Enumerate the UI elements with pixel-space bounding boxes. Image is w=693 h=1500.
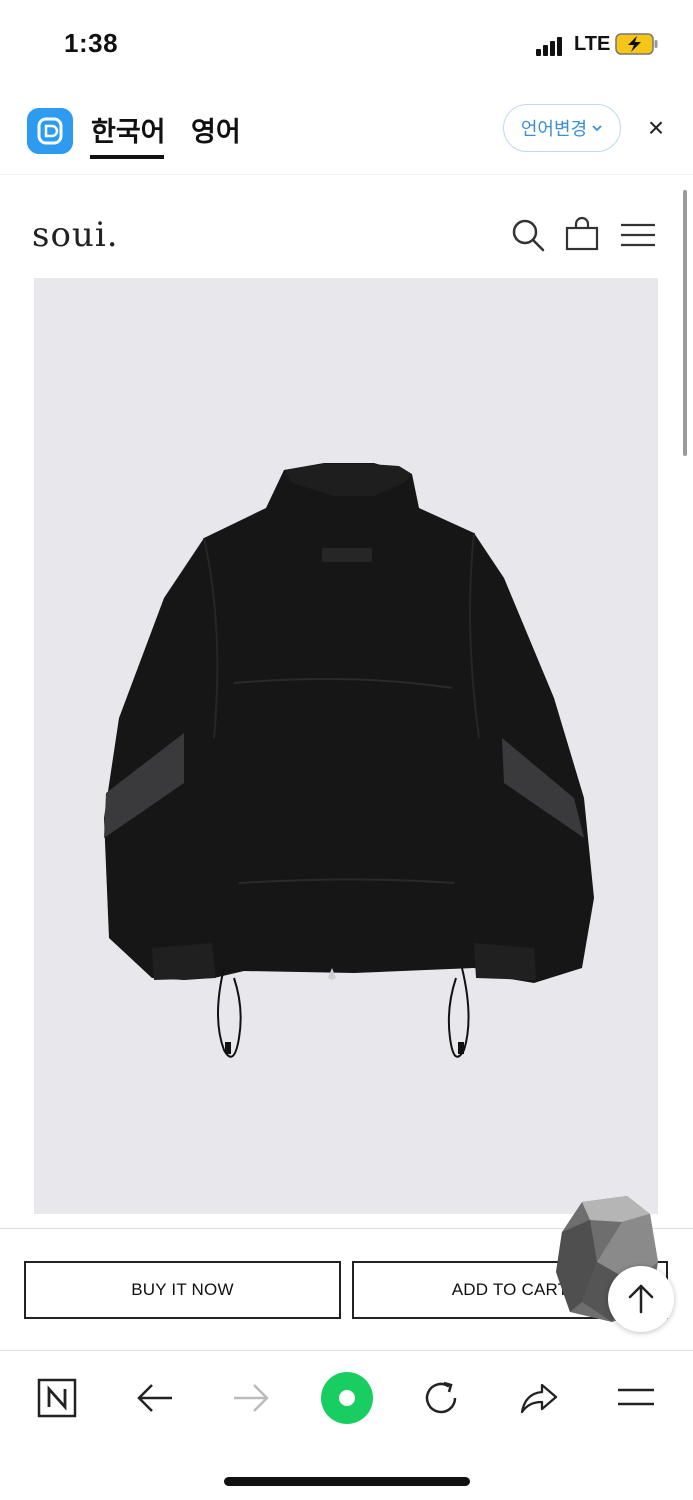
reload-icon[interactable] (418, 1375, 464, 1421)
fleece-jacket-illustration (104, 463, 594, 1058)
page-scrollbar[interactable] (683, 190, 687, 456)
shopping-bag-icon[interactable] (562, 215, 602, 255)
chevron-down-icon (592, 125, 602, 132)
status-bar: 1:38 LTE (0, 0, 693, 90)
home-indicator[interactable] (224, 1477, 470, 1486)
network-type: LTE (574, 33, 611, 55)
translate-bar: 한국어 영어 언어변경 × (0, 90, 693, 175)
language-change-button[interactable]: 언어변경 (503, 104, 621, 152)
search-icon[interactable] (508, 215, 548, 255)
tab-english[interactable]: 영어 (191, 110, 241, 149)
tab-korean[interactable]: 한국어 (91, 110, 166, 149)
site-logo[interactable]: soui. (32, 215, 119, 255)
language-change-label: 언어변경 (520, 119, 588, 139)
close-icon[interactable]: × (640, 112, 672, 144)
site-header: soui. (0, 175, 693, 275)
forward-arrow-icon[interactable] (228, 1375, 274, 1421)
signal-strength-icon (536, 34, 566, 56)
menu-icon[interactable] (613, 1375, 659, 1421)
browser-toolbar (0, 1350, 693, 1451)
buy-it-now-button[interactable]: BUY IT NOW (24, 1261, 341, 1319)
product-image[interactable] (34, 278, 658, 1214)
battery-charging-icon (615, 33, 658, 55)
share-icon[interactable] (516, 1375, 562, 1421)
active-tab-indicator (90, 155, 164, 159)
back-arrow-icon[interactable] (132, 1375, 178, 1421)
naver-n-icon[interactable] (34, 1375, 80, 1421)
hamburger-menu-icon[interactable] (618, 215, 658, 255)
status-time: 1:38 (64, 28, 119, 58)
scroll-to-top-button[interactable] (608, 1266, 674, 1332)
arrow-up-icon (628, 1284, 654, 1314)
papago-translate-icon[interactable] (27, 108, 73, 154)
green-home-icon[interactable] (320, 1371, 374, 1425)
